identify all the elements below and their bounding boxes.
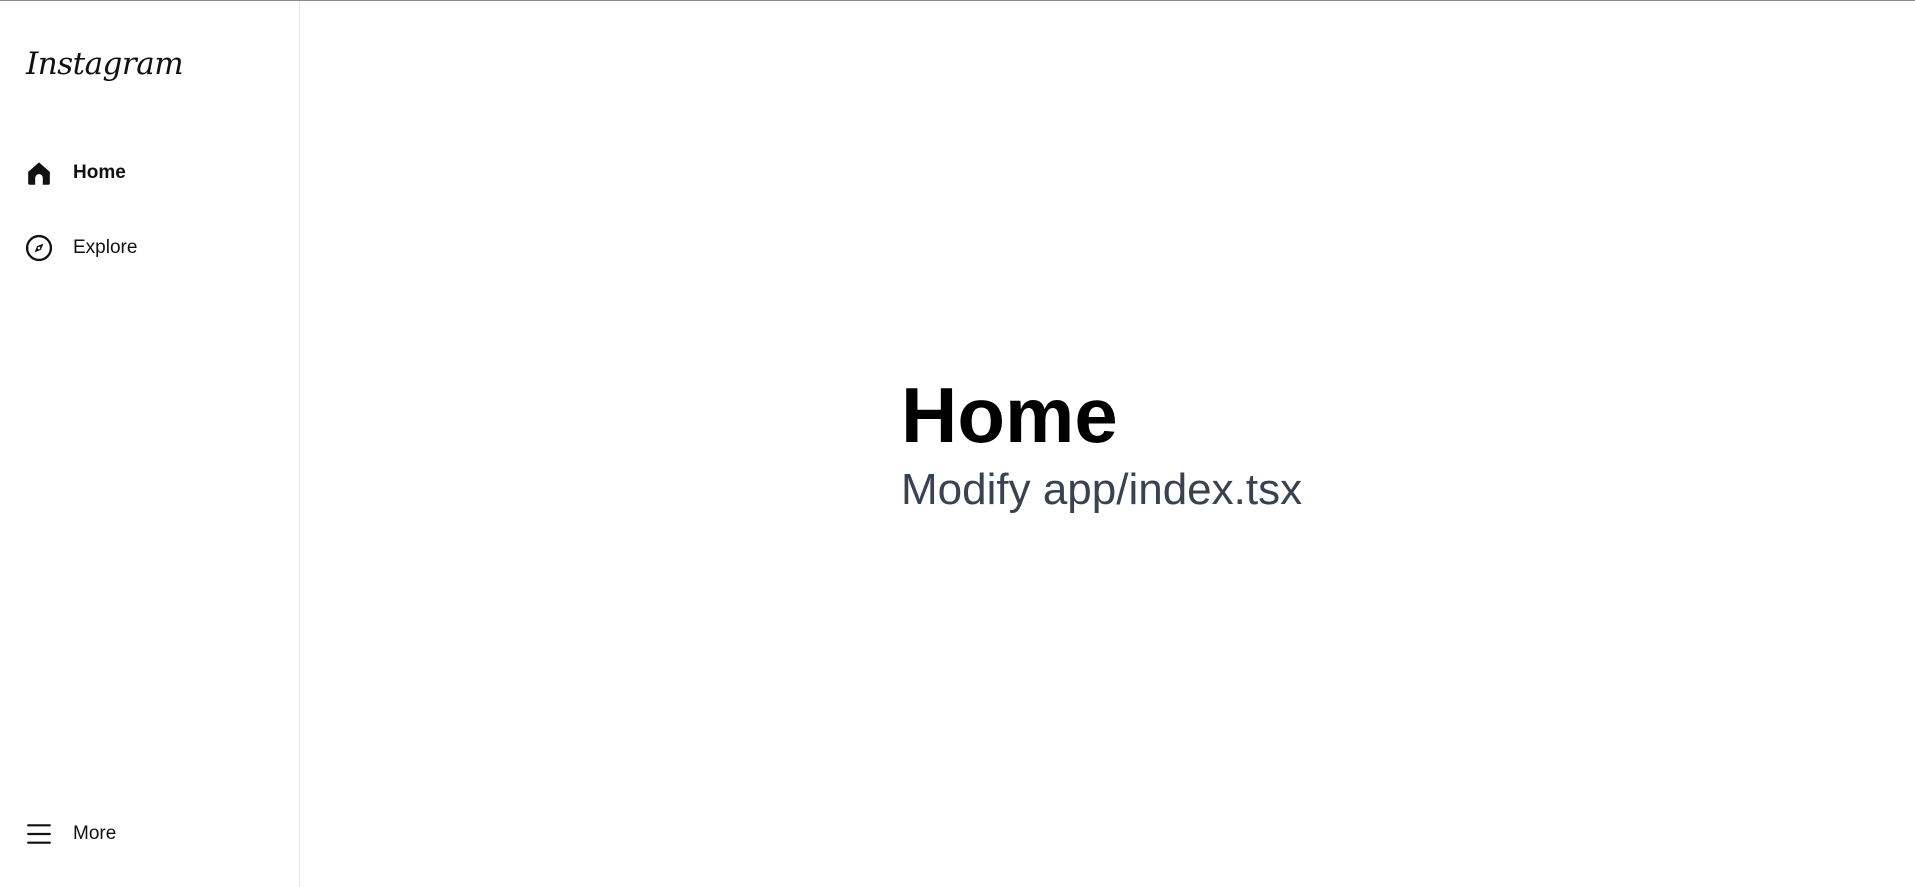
sidebar-item-home[interactable]: Home	[24, 151, 126, 195]
sidebar-item-explore[interactable]: Explore	[24, 226, 137, 270]
compass-icon	[24, 233, 54, 263]
sidebar-item-label: More	[73, 823, 117, 844]
sidebar: Instagram Home Explore More	[0, 1, 300, 887]
content-block: Home Modify app/index.tsx	[901, 376, 1302, 512]
menu-icon	[24, 819, 54, 849]
instagram-logo[interactable]: Instagram	[26, 49, 184, 80]
sidebar-item-more[interactable]: More	[24, 812, 116, 856]
sidebar-item-label: Explore	[73, 237, 138, 258]
page-subtitle: Modify app/index.tsx	[901, 465, 1303, 514]
home-icon	[24, 158, 54, 188]
app-window: Instagram Home Explore More Home Modify …	[0, 0, 1915, 887]
sidebar-item-label: Home	[73, 162, 126, 183]
main-content: Home Modify app/index.tsx	[301, 1, 1915, 887]
page-title: Home	[901, 371, 1118, 459]
